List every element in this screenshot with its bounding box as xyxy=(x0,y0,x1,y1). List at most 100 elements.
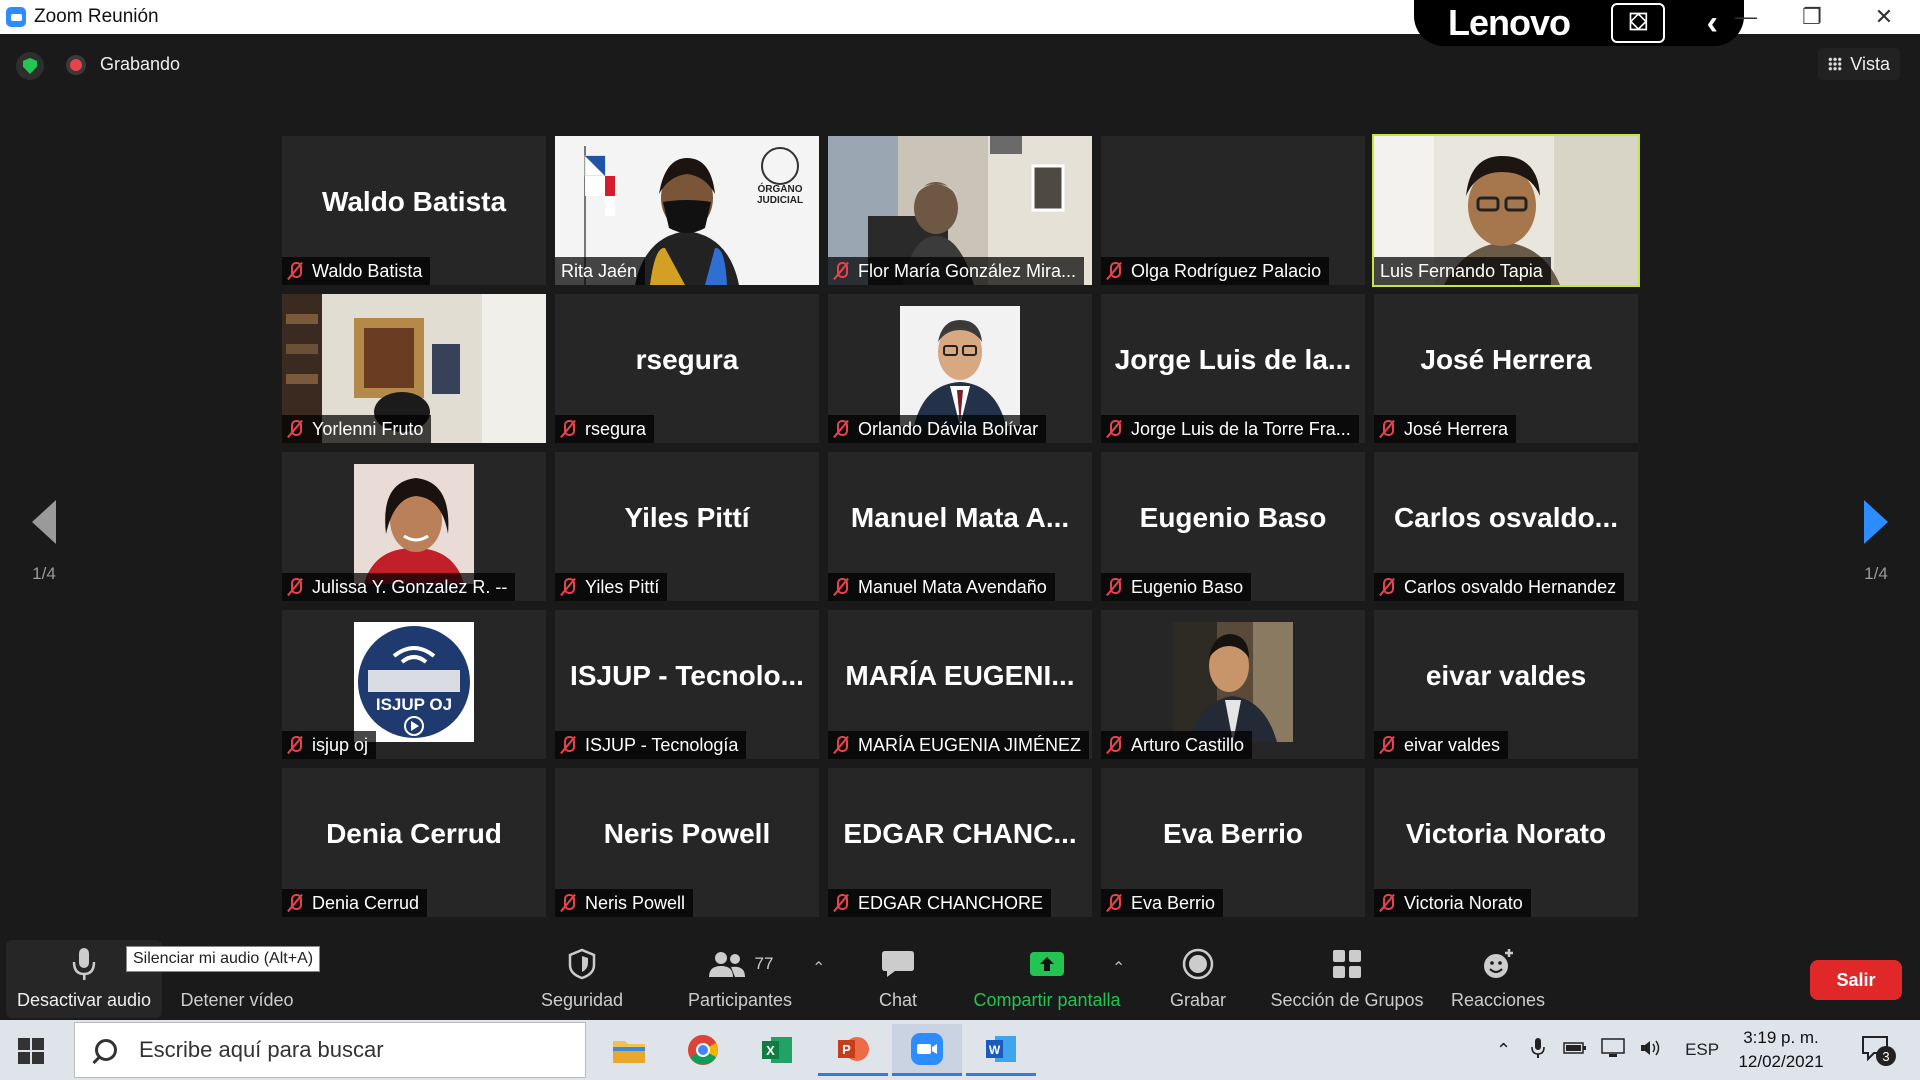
participant-name-display: Jorge Luis de la... xyxy=(1114,344,1352,375)
chrome-icon[interactable] xyxy=(668,1024,738,1076)
participant-name-display: Eugenio Baso xyxy=(1139,502,1327,533)
participant-label: Flor María González Mira... xyxy=(828,257,1085,285)
participant-name-display: Waldo Batista xyxy=(321,186,507,217)
participant-tile-active-speaker[interactable]: Luis Fernando Tapia xyxy=(1372,134,1640,287)
chat-button[interactable]: Chat xyxy=(848,944,948,1011)
participant-label-text: Arturo Castillo xyxy=(1131,734,1245,755)
participant-tile[interactable]: Waldo Batista Waldo Batista xyxy=(282,136,546,285)
participant-label-text: Waldo Batista xyxy=(312,260,423,281)
system-tray: ⌃ ESP xyxy=(1496,1020,1719,1080)
file-explorer-icon[interactable] xyxy=(594,1024,664,1076)
participant-label-text: Neris Powell xyxy=(585,892,686,913)
volume-icon[interactable] xyxy=(1639,1038,1663,1063)
participant-tile[interactable]: rsegura rsegura xyxy=(555,294,819,443)
participant-label-text: Carlos osvaldo Hernandez xyxy=(1404,576,1617,597)
profile-picture xyxy=(900,306,1020,426)
participant-tile[interactable]: eivar valdes eivar valdes xyxy=(1374,610,1638,759)
action-center-button[interactable]: 3 xyxy=(1860,1034,1900,1068)
participant-label-text: isjup oj xyxy=(312,734,369,755)
participant-label: José Herrera xyxy=(1374,415,1517,443)
participant-tile[interactable]: Denia Cerrud Denia Cerrud xyxy=(282,768,546,917)
participant-tile[interactable]: Victoria Norato Victoria Norato xyxy=(1374,768,1638,917)
participant-name-display: eivar valdes xyxy=(1425,660,1587,691)
profile-picture xyxy=(354,464,474,584)
excel-icon[interactable]: X xyxy=(742,1024,812,1076)
stop-video-button[interactable]: Detener vídeo xyxy=(172,944,302,1011)
mic-muted-icon xyxy=(1378,577,1396,597)
windows-start-icon[interactable] xyxy=(18,1038,44,1064)
profile-picture xyxy=(1173,622,1293,742)
participants-button[interactable]: 77 Participantes xyxy=(680,944,800,1011)
notification-count-badge: 3 xyxy=(1876,1046,1896,1066)
prev-page-indicator: 1/4 xyxy=(32,564,56,583)
participant-tile[interactable]: Olga Rodríguez Palacio xyxy=(1101,136,1365,285)
restore-button[interactable]: ❐ xyxy=(1782,0,1842,34)
taskbar-clock[interactable]: 3:19 p. m. 12/02/2021 xyxy=(1726,1026,1836,1074)
participant-tile[interactable]: Flor María González Mira... xyxy=(828,136,1092,285)
share-options-caret-icon[interactable]: ⌃ xyxy=(1112,958,1125,978)
mic-muted-icon xyxy=(832,261,850,281)
participant-tile[interactable]: ISJUP OJ isjup oj xyxy=(282,610,546,759)
participant-tile[interactable]: ÓRGANO JUDICIAL Rita Jaén xyxy=(555,136,819,285)
reactions-button[interactable]: Reacciones xyxy=(1446,944,1550,1011)
security-button[interactable]: Seguridad xyxy=(530,944,634,1011)
prev-page-button[interactable]: 1/4 xyxy=(24,500,64,584)
participants-options-caret-icon[interactable]: ⌃ xyxy=(812,958,825,978)
participant-label: EDGAR CHANCHORE xyxy=(828,889,1052,917)
zoom-taskbar-icon[interactable] xyxy=(892,1024,962,1076)
record-button[interactable]: Grabar xyxy=(1150,944,1246,1011)
participant-tile[interactable]: MARÍA EUGENI... MARÍA EUGENIA JIMÉNEZ xyxy=(828,610,1092,759)
svg-text:W: W xyxy=(989,1043,1001,1057)
participant-tile[interactable]: Neris Powell Neris Powell xyxy=(555,768,819,917)
mic-muted-icon xyxy=(832,735,850,755)
participant-tile[interactable]: Eva Berrio Eva Berrio xyxy=(1101,768,1365,917)
participant-tile[interactable]: Manuel Mata A... Manuel Mata Avendaño xyxy=(828,452,1092,601)
recording-indicator[interactable]: Grabando xyxy=(66,54,180,75)
participant-tile[interactable]: Arturo Castillo xyxy=(1101,610,1365,759)
share-screen-button[interactable]: Compartir pantalla xyxy=(962,944,1132,1011)
taskbar-search-box[interactable]: Escribe aquí para buscar xyxy=(74,1022,586,1078)
mic-muted-icon xyxy=(1105,577,1123,597)
show-hidden-icons-icon[interactable]: ⌃ xyxy=(1496,1040,1511,1061)
battery-icon[interactable] xyxy=(1563,1040,1587,1060)
participant-tile[interactable]: Carlos osvaldo... Carlos osvaldo Hernand… xyxy=(1374,452,1638,601)
record-label: Grabar xyxy=(1169,990,1227,1010)
participant-tile[interactable]: Jorge Luis de la... Jorge Luis de la Tor… xyxy=(1101,294,1365,443)
view-label: Vista xyxy=(1850,53,1890,74)
word-icon[interactable]: W xyxy=(966,1024,1036,1076)
view-button[interactable]: Vista xyxy=(1818,48,1900,80)
participant-label: Jorge Luis de la Torre Fra... xyxy=(1101,415,1359,443)
clock-date: 12/02/2021 xyxy=(1738,1052,1824,1071)
participant-tile[interactable]: Yorlenni Fruto xyxy=(282,294,546,443)
participant-label-text: Denia Cerrud xyxy=(312,892,420,913)
clock-time: 3:19 p. m. xyxy=(1743,1028,1819,1047)
breakout-rooms-icon xyxy=(1262,944,1432,984)
participant-name-display: Manuel Mata A... xyxy=(850,502,1070,533)
mic-muted-icon xyxy=(1105,419,1123,439)
security-shield-icon[interactable] xyxy=(16,52,44,80)
powerpoint-icon[interactable]: P xyxy=(818,1024,888,1076)
input-language[interactable]: ESP xyxy=(1685,1040,1719,1060)
taskbar-search-placeholder: Escribe aquí para buscar xyxy=(139,1037,384,1062)
participant-tile[interactable]: José Herrera José Herrera xyxy=(1374,294,1638,443)
participant-label: Eva Berrio xyxy=(1101,889,1224,917)
mic-muted-icon xyxy=(559,893,577,913)
participant-tile[interactable]: EDGAR CHANC... EDGAR CHANCHORE xyxy=(828,768,1092,917)
participant-tile[interactable]: Julissa Y. Gonzalez R. -- xyxy=(282,452,546,601)
leave-meeting-button[interactable]: Salir xyxy=(1810,960,1902,1000)
breakout-rooms-button[interactable]: Sección de Grupos xyxy=(1262,944,1432,1011)
participant-name-display: Eva Berrio xyxy=(1162,818,1304,849)
participant-label: Denia Cerrud xyxy=(282,889,428,917)
participant-tile[interactable]: Orlando Dávila Bolívar xyxy=(828,294,1092,443)
close-button[interactable]: ✕ xyxy=(1854,0,1914,34)
network-icon[interactable] xyxy=(1601,1037,1625,1063)
microphone-tray-icon[interactable] xyxy=(1531,1037,1545,1064)
participant-tile[interactable]: Yiles Pittí Yiles Pittí xyxy=(555,452,819,601)
participant-tile[interactable]: ISJUP - Tecnolo... ISJUP - Tecnología xyxy=(555,610,819,759)
next-page-button[interactable]: 1/4 xyxy=(1856,500,1896,584)
minimize-button[interactable]: — xyxy=(1716,0,1776,34)
participant-label: Olga Rodríguez Palacio xyxy=(1101,257,1330,285)
svg-text:P: P xyxy=(842,1042,851,1057)
participant-label: Waldo Batista xyxy=(282,257,431,285)
participant-tile[interactable]: Eugenio Baso Eugenio Baso xyxy=(1101,452,1365,601)
